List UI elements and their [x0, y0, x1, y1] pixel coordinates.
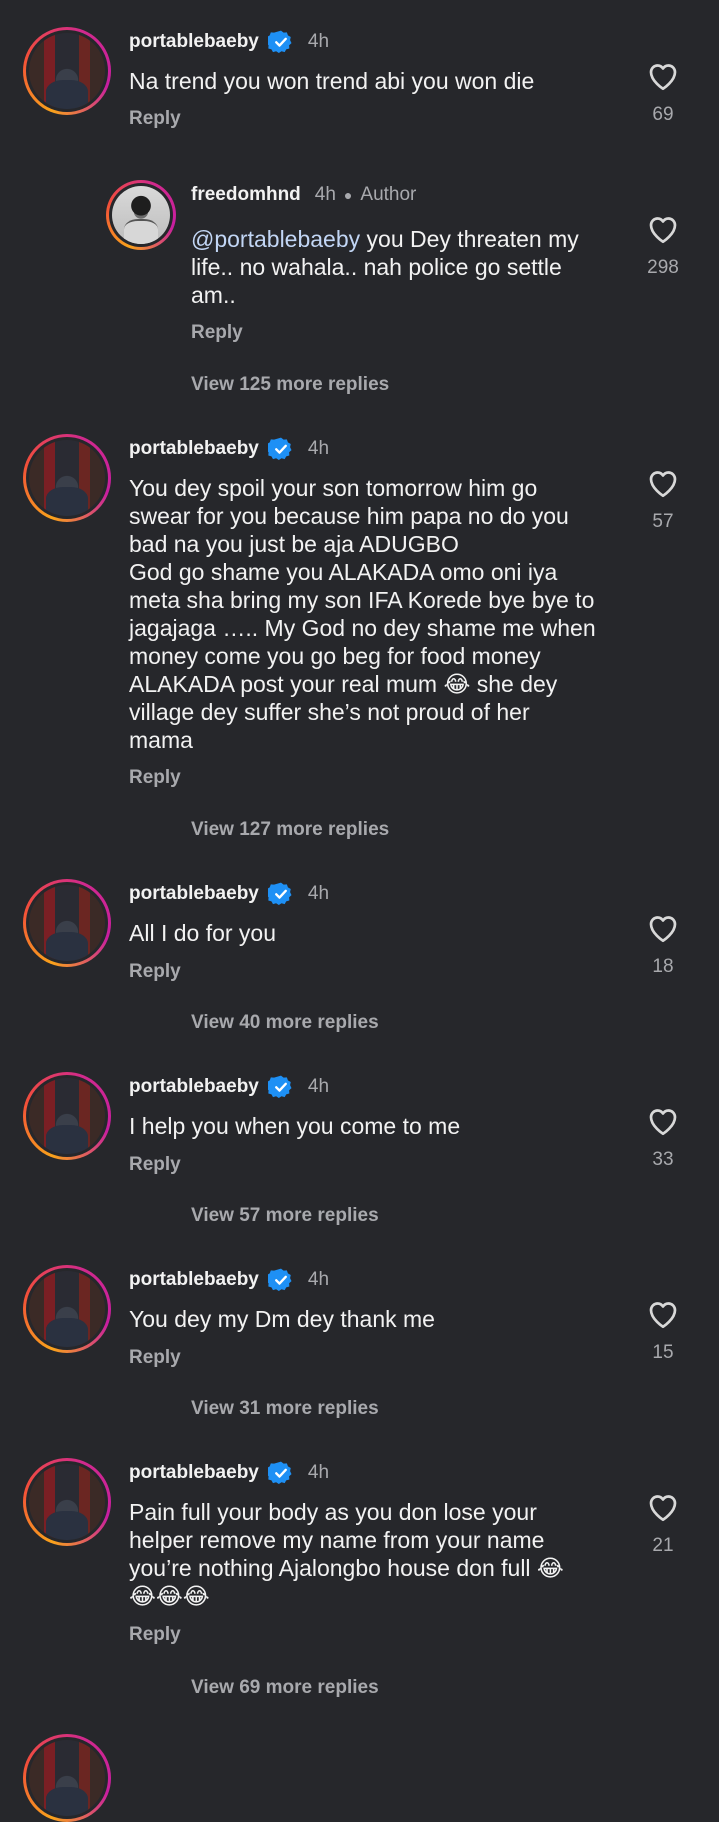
- comment-text: I help you when you come to me: [129, 1113, 461, 1139]
- heart-outline-icon[interactable]: [645, 1103, 681, 1139]
- avatar[interactable]: [23, 27, 111, 115]
- timestamp: 4h: [307, 1269, 330, 1290]
- verified-badge-icon: [268, 881, 294, 907]
- comment-text: All I do for you: [129, 920, 277, 946]
- avatar[interactable]: [23, 1458, 111, 1546]
- avatar[interactable]: [23, 1734, 111, 1822]
- like-count: 18: [652, 956, 674, 977]
- avatar[interactable]: [23, 879, 111, 967]
- author-label: Author: [360, 184, 417, 205]
- avatar[interactable]: [106, 180, 176, 250]
- verified-badge-icon: [268, 1074, 294, 1100]
- verified-badge-icon: [268, 1267, 294, 1293]
- username[interactable]: portablebaeby: [129, 31, 259, 53]
- like-count: 298: [647, 257, 679, 278]
- verified-badge-icon: [268, 436, 294, 462]
- username[interactable]: freedomhnd: [191, 184, 301, 206]
- comment-text: You dey my Dm dey thank me: [129, 1306, 435, 1332]
- verified-badge-icon: [268, 1460, 294, 1486]
- heart-outline-icon[interactable]: [645, 465, 681, 501]
- avatar[interactable]: [23, 434, 111, 522]
- reply-button[interactable]: Reply: [129, 961, 181, 983]
- timestamp: 4h: [307, 1076, 330, 1097]
- heart-outline-icon[interactable]: [645, 910, 681, 946]
- timestamp: 4h: [307, 883, 330, 904]
- reply-button[interactable]: Reply: [129, 1347, 181, 1369]
- separator-dot: ●: [343, 187, 353, 203]
- reply-button[interactable]: Reply: [129, 108, 181, 130]
- comment-text: @portablebaeby you Dey threaten my life.…: [191, 225, 611, 309]
- mention-link[interactable]: @portablebaeby: [191, 226, 360, 252]
- like-count: 33: [652, 1149, 674, 1170]
- like-count: 57: [652, 511, 674, 532]
- view-more-replies[interactable]: View 127 more replies: [191, 819, 389, 841]
- username[interactable]: portablebaeby: [129, 1269, 259, 1291]
- username[interactable]: portablebaeby: [129, 1462, 259, 1484]
- username[interactable]: portablebaeby: [129, 883, 259, 905]
- view-more-replies[interactable]: View 69 more replies: [191, 1677, 379, 1699]
- timestamp: 4h: [307, 31, 330, 52]
- timestamp: 4h: [307, 438, 330, 459]
- avatar[interactable]: [23, 1265, 111, 1353]
- heart-outline-icon[interactable]: [645, 1489, 681, 1525]
- view-more-replies[interactable]: View 125 more replies: [191, 374, 389, 396]
- timestamp: 4h: [307, 1462, 330, 1483]
- reply-button[interactable]: Reply: [129, 1154, 181, 1176]
- view-more-replies[interactable]: View 40 more replies: [191, 1012, 379, 1034]
- comment-text: Na trend you won trend abi you won die: [129, 68, 535, 94]
- view-more-replies[interactable]: View 31 more replies: [191, 1398, 379, 1420]
- like-count: 15: [652, 1342, 674, 1363]
- reply-button[interactable]: Reply: [129, 767, 181, 789]
- heart-outline-icon[interactable]: [645, 211, 681, 247]
- like-count: 21: [652, 1535, 674, 1556]
- like-count: 69: [652, 104, 674, 125]
- heart-outline-icon[interactable]: [645, 1296, 681, 1332]
- username[interactable]: portablebaeby: [129, 438, 259, 460]
- reply-button[interactable]: Reply: [191, 322, 243, 344]
- comment-text: Pain full your body as you don lose your…: [129, 1499, 564, 1609]
- avatar[interactable]: [23, 1072, 111, 1160]
- verified-badge-icon: [268, 29, 294, 55]
- reply-button[interactable]: Reply: [129, 1624, 181, 1646]
- comment-text: You dey spoil your son tomorrow him go s…: [129, 475, 596, 753]
- timestamp: 4h: [314, 184, 336, 205]
- username[interactable]: portablebaeby: [129, 1076, 259, 1098]
- heart-outline-icon[interactable]: [645, 58, 681, 94]
- view-more-replies[interactable]: View 57 more replies: [191, 1205, 379, 1227]
